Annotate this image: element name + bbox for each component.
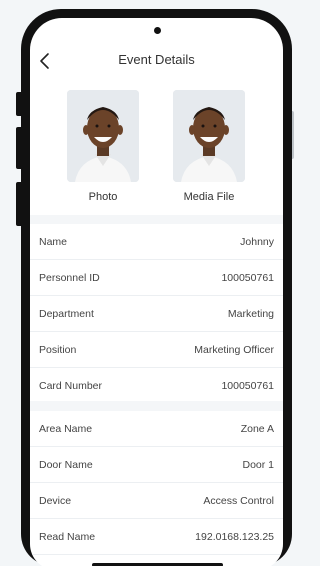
row-label: Card Number [39,380,103,392]
row-label: Door Name [39,458,93,471]
row-label: Name [39,235,68,248]
app-stage: Event Details Photo Media File Name John… [0,0,294,566]
row-label: Position [39,343,77,356]
row-label: Department [39,307,94,320]
detail-row-personnel-id: Personnel ID 100050761 [30,260,283,296]
row-label: Read Name [39,530,96,543]
personnel-details-list: Name Johnny Personnel ID 100050761 Depar… [30,224,283,404]
phone-screen: Event Details Photo Media File Name John… [30,18,283,566]
page-title: Event Details [118,52,195,67]
row-label: Personnel ID [39,271,100,284]
detail-row-area-name: Area Name Zone A [30,411,283,447]
media-file-caption: Media File [183,191,235,203]
front-camera [154,27,161,34]
detail-row-read-name: Read Name 192.0168.123.25 [30,519,283,555]
phone-frame: Event Details Photo Media File Name John… [21,9,292,566]
row-value: 100050761 [221,271,274,284]
header-bar: Event Details [30,46,283,76]
detail-row-device: Device Access Control [30,483,283,519]
row-value: Door 1 [242,458,274,471]
detail-row-department: Department Marketing [30,296,283,332]
row-value: Marketing Officer [194,343,274,356]
row-value: Access Control [203,494,274,507]
row-value: 192.0168.123.25 [195,530,274,543]
section-divider [30,215,283,224]
row-label: Area Name [39,422,93,435]
detail-row-name: Name Johnny [30,224,283,260]
row-label: Device [39,494,72,507]
media-file-thumbnail[interactable] [173,90,245,182]
row-value: Marketing [227,307,274,320]
detail-row-position: Position Marketing Officer [30,332,283,368]
row-value: 100050761 [221,380,274,392]
row-value: Zone A [240,422,274,435]
access-details-list: Area Name Zone A Door Name Door 1 Device… [30,411,283,555]
detail-row-card-number: Card Number 100050761 [30,368,283,404]
photo-thumbnail[interactable] [67,90,139,182]
row-value: Johnny [240,235,274,248]
photo-caption: Photo [88,191,118,203]
detail-row-door-name: Door Name Door 1 [30,447,283,483]
section-divider [30,401,283,411]
